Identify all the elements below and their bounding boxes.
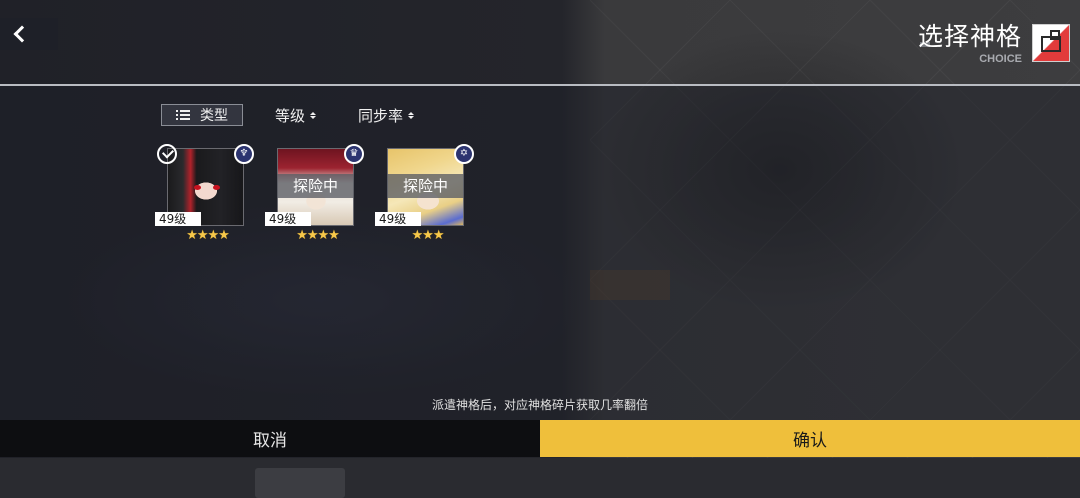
level-badge: 49级 bbox=[265, 212, 311, 226]
check-circle-icon bbox=[157, 144, 177, 164]
level-badge: 49级 bbox=[155, 212, 201, 226]
star-rating: ★★★ bbox=[411, 228, 445, 243]
confirm-button[interactable]: 确认 bbox=[540, 420, 1080, 457]
cancel-button[interactable]: 取消 bbox=[0, 420, 540, 457]
exploring-status: 探险中 bbox=[277, 174, 354, 198]
type-filter-button[interactable]: 类型 bbox=[161, 104, 243, 126]
sync-rate-sort-label: 同步率 bbox=[358, 106, 404, 125]
star-rating: ★★★★ bbox=[186, 228, 230, 243]
sort-arrows-icon bbox=[310, 111, 317, 119]
page-subtitle: CHOICE bbox=[979, 53, 1022, 65]
god-card[interactable]: ♆ 49级 ★★★★ bbox=[155, 144, 254, 246]
background-chip bbox=[255, 468, 345, 498]
god-emblem-icon bbox=[1032, 24, 1070, 62]
god-card[interactable]: 探险中 ♛ 49级 ★★★★ bbox=[265, 144, 364, 246]
background-bottom-strip bbox=[0, 458, 1080, 498]
back-button[interactable] bbox=[0, 18, 58, 50]
confirm-button-label: 确认 bbox=[793, 431, 827, 451]
chevron-left-icon bbox=[13, 25, 31, 43]
level-sort-button[interactable]: 等级 bbox=[275, 104, 317, 126]
title-block: 选择神格 CHOICE bbox=[918, 22, 1022, 66]
star-emblem-icon: ✡ bbox=[454, 144, 474, 164]
panel-dim-overlay bbox=[0, 86, 1080, 420]
emblem-glyph bbox=[1041, 30, 1061, 52]
star-rating: ★★★★ bbox=[296, 228, 340, 243]
sync-rate-sort-button[interactable]: 同步率 bbox=[358, 104, 415, 126]
dispatch-hint: 派遣神格后，对应神格碎片获取几率翻倍 bbox=[431, 398, 648, 412]
trophy-icon: ♛ bbox=[344, 144, 364, 164]
god-card[interactable]: 探险中 ✡ 49级 ★★★ bbox=[375, 144, 474, 246]
list-icon bbox=[176, 110, 190, 120]
cancel-button-label: 取消 bbox=[253, 431, 287, 451]
level-badge: 49级 bbox=[375, 212, 421, 226]
page-title: 选择神格 bbox=[917, 22, 1022, 51]
crest-icon: ♆ bbox=[234, 144, 254, 164]
exploring-status: 探险中 bbox=[387, 174, 464, 198]
level-sort-label: 等级 bbox=[275, 106, 306, 125]
sort-arrows-icon bbox=[408, 111, 415, 119]
header-divider bbox=[0, 84, 1080, 86]
type-filter-label: 类型 bbox=[200, 108, 228, 124]
